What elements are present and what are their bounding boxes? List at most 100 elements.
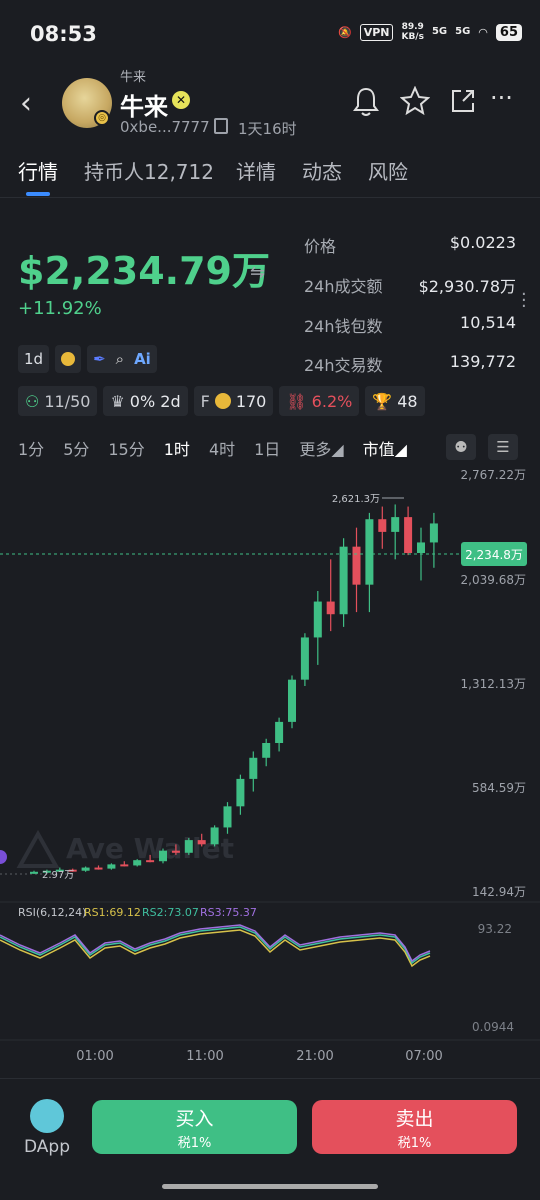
interval-bar: 1分 5分 15分 1时 4时 1日 更多◢ 市值◢ [18,436,426,460]
candle-body [365,519,374,585]
metric-mcap[interactable]: 市值◢ [363,436,407,460]
stat-value-price: $0.0223 [449,233,516,252]
chain-icon: ⛓ [286,391,307,411]
rsi-bottom-label: 0.0944 [472,1020,514,1034]
token-age: 1天16时 [238,120,297,138]
user-icon: ⚇ [25,391,40,411]
candle-body [171,850,180,853]
share-icon[interactable] [450,88,476,114]
status-time: 08:53 [30,22,97,46]
sell-button[interactable]: 卖出 税1% [312,1100,517,1154]
candle-body [391,517,400,532]
stat-label-trades: 24h交易数 [304,356,383,375]
candle-body [262,743,271,758]
status-icons: 🔕 VPN 89.9 KB/s 5G 5G ◠ 65 [338,22,522,42]
token-header: ‹ ◎ 牛来 牛来 ✕ 0xbe...7777 1天16时 ··· [0,70,540,140]
candlestick-chart[interactable]: Ave Wallet 2,234.8万 2,621.3万 2.97万 2,767.2… [0,466,540,1078]
trophy-icon: 🏆 [372,391,393,411]
back-icon[interactable]: ‹ [20,86,32,121]
timeframe-chip[interactable]: 1d [18,345,50,373]
candle-body [326,601,335,615]
stat-value-volume: $2,930.78万 [418,277,516,296]
interval-1m[interactable]: 1分 [18,436,44,460]
rsi1-line [0,929,431,968]
battery-icon: 65 [495,23,522,41]
candle-body [249,757,258,779]
interval-5m[interactable]: 5分 [63,436,89,460]
swap-icon[interactable]: ⇋ [250,262,265,283]
candle-body [429,523,438,543]
wifi-icon: ◠ [478,25,488,39]
chips-row-metrics: ⚇ 11/50 ♛ 0% 2d F 170 ⛓ 6.2% 🏆 48 [18,386,425,416]
rsi-panel: RSI(6,12,24)RS1:69.12 RS2:73.07 RS3:75.37 9… [0,901,540,1034]
tool-icons: ✒ ⌕ Ai [87,345,157,373]
home-indicator [162,1184,378,1189]
token-subtitle: 牛来 [120,70,147,85]
tab-details[interactable]: 详情 [236,156,276,185]
bell-icon[interactable] [352,86,380,116]
buy-button[interactable]: 买入 税1% [92,1100,297,1154]
rsi3-label: RS3:75.37 [200,906,257,919]
copy-icon[interactable] [214,118,228,134]
token-address[interactable]: 0xbe...7777 [120,118,210,136]
y-tick-label: 584.59万 [472,781,526,795]
candle-body [107,864,116,869]
market-cap: $2,234.79万 [18,249,270,293]
y-tick-label: 1,312.13万 [461,677,526,691]
coins-icon[interactable] [55,345,82,373]
chef-chip[interactable]: ♛ 0% 2d [103,386,188,416]
candle-body [159,850,167,862]
rank-chip[interactable]: 🏆 48 [365,386,425,416]
x-badge-icon: ✕ [172,91,190,109]
chart-watermark: Ave Wallet [0,829,234,868]
stat-label-volume: 24h成交额 [304,277,383,296]
interval-1d[interactable]: 1日 [254,436,280,460]
followers-chip[interactable]: F 170 [193,386,274,416]
candle-body [404,517,413,553]
y-tick-label: 2,039.68万 [461,573,526,587]
tab-holders[interactable]: 持币人12,712 [84,156,214,185]
bundle-chip[interactable]: ⛓ 6.2% [279,386,360,416]
tab-bar: 行情 持币人12,712 详情 动态 风险 [0,152,540,198]
candle-body [300,637,309,680]
tab-risk[interactable]: 风险 [368,156,408,185]
low-annotation: 2.97万 [42,870,74,881]
tab-activity[interactable]: 动态 [302,156,342,185]
stats-more-icon[interactable]: · · · [521,286,527,316]
candle-body [236,778,245,807]
dapp-label[interactable]: DApp [24,1137,70,1157]
tab-underline [26,192,50,196]
candle-body [417,542,425,553]
candle-body [133,860,142,866]
indicator-icon[interactable]: ⚉ [446,434,476,460]
interval-15m[interactable]: 15分 [108,436,144,460]
tab-market[interactable]: 行情 [18,156,58,185]
signal-5g-1: 5G [431,26,448,37]
interval-4h[interactable]: 4时 [209,436,235,460]
chart-settings-icon[interactable]: ☰ [488,434,518,460]
candle-body [146,860,155,863]
candle-body [184,840,193,853]
more-icon[interactable]: ··· [490,84,513,112]
ai-icon[interactable]: Ai [134,350,151,368]
interval-more[interactable]: 更多◢ [299,436,343,460]
dev-holders-chip[interactable]: ⚇ 11/50 [18,386,98,416]
stat-value-wallets: 10,514 [460,313,516,332]
interval-1h[interactable]: 1时 [164,436,190,460]
search-icon[interactable]: ⌕ [116,350,124,368]
vpn-badge: VPN [359,23,394,41]
stat-label-price: 价格 [304,237,337,256]
x-tick-label: 01:00 [76,1049,113,1064]
token-name: 牛来 [120,93,168,121]
x-tick-label: 07:00 [405,1049,442,1064]
candle-body [197,840,206,845]
candle-body [94,867,103,870]
x-tick-label: 21:00 [296,1049,333,1064]
dapp-icon[interactable] [30,1099,64,1133]
avatar-badge-icon: ◎ [94,110,110,126]
candle-body [313,601,322,638]
candle-body [210,827,219,845]
feather-icon[interactable]: ✒ [93,350,106,368]
candle-body [339,546,348,615]
star-icon[interactable] [400,86,430,116]
